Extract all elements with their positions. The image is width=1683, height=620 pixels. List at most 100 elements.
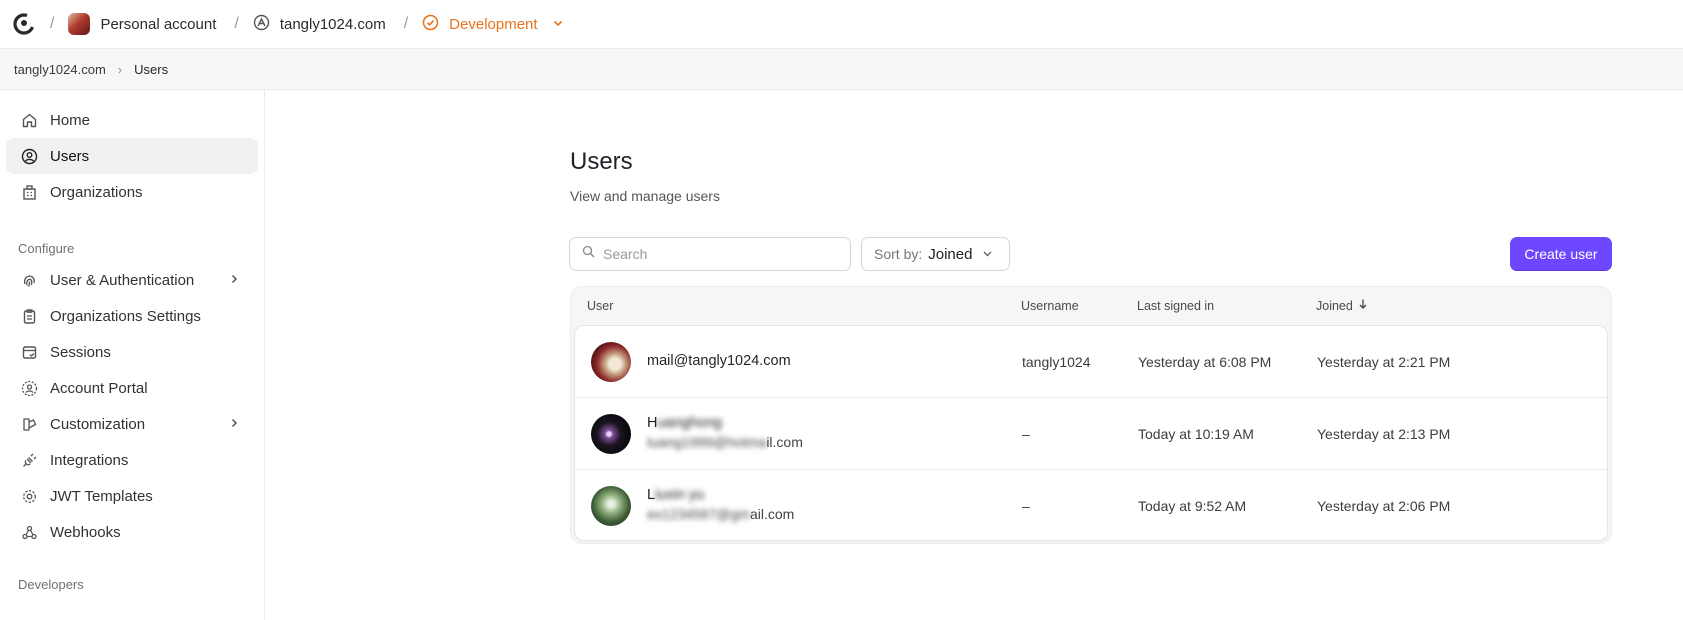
sidebar-item-organizations-settings[interactable]: Organizations Settings [6,298,258,334]
user-name: Liuxin yu [647,487,705,503]
home-icon [20,111,38,129]
chevron-right-icon: › [117,61,123,77]
clipboard-icon [20,307,38,325]
sidebar-item-label: User & Authentication [50,271,195,289]
sidebar-item-label: Integrations [50,451,129,469]
users-table: User Username Last signed in Joined mail… [570,286,1612,544]
app-icon [253,14,270,35]
page-title: Users [570,148,633,175]
page-subtitle: View and manage users [570,188,720,204]
main-content: Users View and manage users Sort by: Joi… [266,90,1683,620]
username-cell: tangly1024 [1022,354,1091,370]
joined-cell: Yesterday at 2:06 PM [1317,498,1451,514]
breadcrumb: tangly1024.com › Users [0,49,1683,90]
sidebar: Home Users Organizations Configure User … [0,90,265,620]
environment-label: Development [449,15,538,33]
webhook-icon [20,523,38,541]
arrow-down-icon[interactable] [1358,298,1368,313]
column-header-joined[interactable]: Joined [1316,299,1353,313]
sidebar-item-label: JWT Templates [50,487,153,505]
fingerprint-icon [20,271,38,289]
table-body: mail@tangly1024.com tangly1024 Yesterday… [574,325,1608,541]
redacted-text: ex1234567@gm [647,506,750,522]
last-signed-in-cell: Yesterday at 6:08 PM [1138,354,1272,370]
username-cell: – [1022,498,1030,514]
sidebar-item-webhooks[interactable]: Webhooks [6,514,258,550]
table-row[interactable]: Liuxin yu ex1234567@gmail.com – Today at… [575,470,1607,542]
app-label: tangly1024.com [279,15,386,33]
section-label-developers: Developers [18,577,84,592]
sidebar-item-sessions[interactable]: Sessions [6,334,258,370]
building-icon [20,183,38,201]
search-input[interactable] [603,246,823,262]
breadcrumb-root[interactable]: tangly1024.com [14,62,106,77]
sidebar-item-label: Organizations Settings [50,307,201,325]
sidebar-item-users[interactable]: Users [6,138,258,174]
column-header-last-signed-in[interactable]: Last signed in [1137,299,1214,313]
table-header: User Username Last signed in Joined [571,287,1611,325]
account-avatar [68,13,91,35]
user-email: tuang1999@hotmail.com [647,434,803,450]
search-field[interactable] [569,237,851,271]
user-email: ex1234567@gmail.com [647,506,795,522]
breadcrumb-current: Users [134,61,169,77]
redacted-text: iuxin yu [655,487,705,503]
chevron-right-icon [228,272,240,289]
sidebar-item-label: Sessions [50,343,111,361]
user-name: mail@tangly1024.com [647,353,791,369]
sort-dropdown[interactable]: Sort by: Joined [861,237,1010,271]
column-header-username[interactable]: Username [1021,299,1079,313]
sort-value: Joined [928,245,973,263]
avatar [591,414,631,454]
column-header-user[interactable]: User [587,299,613,313]
user-circle-icon [20,147,38,165]
last-signed-in-cell: Today at 10:19 AM [1138,426,1254,442]
sidebar-item-customization[interactable]: Customization [6,406,258,442]
create-user-button[interactable]: Create user [1510,237,1612,271]
plug-icon [20,451,38,469]
sidebar-item-label: Webhooks [50,523,121,541]
avatar [591,486,631,526]
gear-icon [20,487,38,505]
table-row[interactable]: mail@tangly1024.com tangly1024 Yesterday… [575,326,1607,398]
sidebar-item-jwt-templates[interactable]: JWT Templates [6,478,258,514]
portal-icon [20,379,38,397]
separator: / [50,15,55,32]
account-switcher[interactable]: Personal account [68,13,216,35]
sidebar-item-label: Users [50,147,90,165]
environment-switcher[interactable]: Development [422,14,563,35]
avatar [591,342,631,382]
chevron-down-icon [982,246,993,262]
sort-label: Sort by: [874,246,923,262]
sidebar-item-organizations[interactable]: Organizations [6,174,258,210]
joined-cell: Yesterday at 2:21 PM [1317,354,1451,370]
top-bar: / Personal account / tangly1024.com / De… [0,0,1683,49]
sidebar-item-home[interactable]: Home [6,102,258,138]
joined-cell: Yesterday at 2:13 PM [1317,426,1451,442]
search-icon [582,245,595,263]
session-icon [20,343,38,361]
user-name: Huanghong [647,415,722,431]
sidebar-item-label: Organizations [50,183,143,201]
account-label: Personal account [100,15,217,33]
chevron-down-icon [552,16,564,33]
table-row[interactable]: Huanghong tuang1999@hotmail.com – Today … [575,398,1607,470]
redacted-text: tuang1999@hotma [647,434,767,450]
sidebar-item-label: Account Portal [50,379,148,397]
section-label-configure: Configure [18,241,75,256]
chevron-right-icon [228,416,240,433]
redacted-text: uanghong [657,415,722,431]
clerk-logo-icon[interactable] [12,12,36,36]
check-circle-icon [422,14,439,35]
app-switcher[interactable]: tangly1024.com [253,14,386,35]
sidebar-item-integrations[interactable]: Integrations [6,442,258,478]
separator: / [403,15,409,32]
separator: / [234,15,239,32]
sidebar-item-label: Customization [50,415,146,433]
sidebar-item-label: Home [50,111,91,129]
last-signed-in-cell: Today at 9:52 AM [1138,498,1247,514]
sidebar-item-user-authentication[interactable]: User & Authentication [6,262,258,298]
brush-icon [20,415,38,433]
username-cell: – [1022,426,1030,442]
sidebar-item-account-portal[interactable]: Account Portal [6,370,258,406]
